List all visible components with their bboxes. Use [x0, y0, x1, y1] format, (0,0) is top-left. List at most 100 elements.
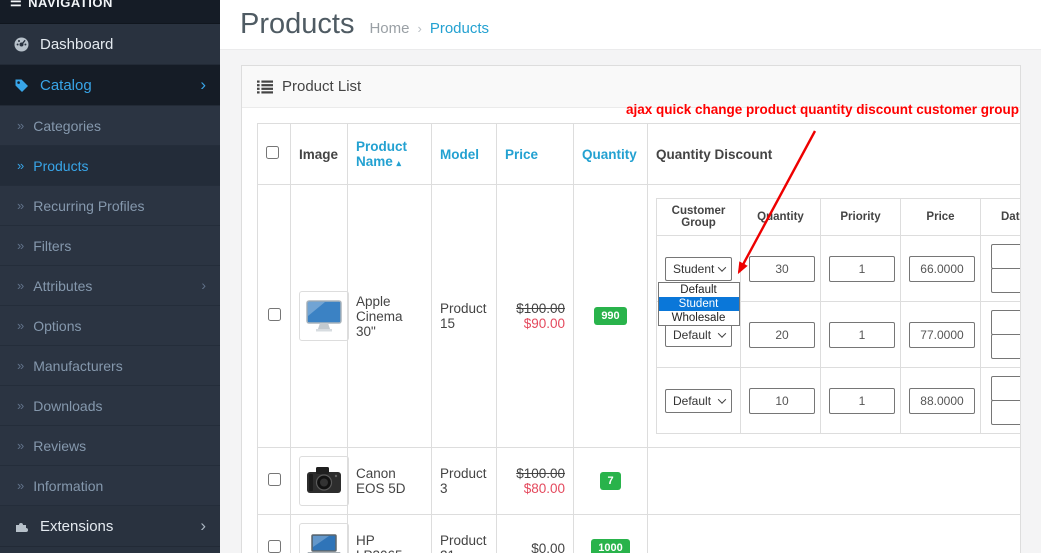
discount-price-input[interactable] [909, 321, 975, 348]
dropdown-option-default[interactable]: Default [659, 283, 739, 297]
price-old: $100.00 [516, 466, 565, 481]
sidebar-item-attributes[interactable]: » Attributes › [0, 266, 220, 306]
sidebar-item-label: Information [33, 477, 104, 494]
tag-icon [15, 79, 28, 92]
sidebar-item-label: Categories [33, 117, 101, 134]
discount-table: Customer Group Quantity Priority Price D… [656, 198, 1020, 434]
double-angle-icon: » [17, 278, 25, 293]
chevron-down-icon [717, 262, 727, 272]
column-header-price[interactable]: Price [505, 147, 538, 162]
sidebar-item-manufacturers[interactable]: » Manufacturers [0, 346, 220, 386]
price-special: $90.00 [523, 316, 565, 331]
breadcrumb-products-link[interactable]: Products [430, 20, 489, 37]
discount-price-input[interactable] [909, 387, 975, 414]
discount-priority-input[interactable] [829, 387, 895, 414]
discount-col-quantity: Quantity [740, 198, 821, 236]
sidebar-item-filters[interactable]: » Filters [0, 226, 220, 266]
product-model-cell: Product 21 [431, 514, 497, 553]
sidebar-item-label: Products [33, 157, 89, 174]
panel-body: Image Product Name ▴ Model Price Quantit… [242, 108, 1020, 553]
double-angle-icon: » [17, 118, 25, 133]
panel-title: Product List [282, 78, 362, 95]
discount-priority-input[interactable] [829, 321, 895, 348]
product-model-cell: Product 3 [431, 447, 497, 515]
sidebar-item-downloads[interactable]: » Downloads [0, 386, 220, 426]
discount-col-date: Date [980, 198, 1020, 236]
row-checkbox[interactable] [267, 473, 281, 486]
date-start-input[interactable] [991, 310, 1020, 335]
product-thumbnail [299, 456, 349, 506]
product-list-panel: Product List Image Product Name ▴ Model … [241, 65, 1021, 553]
column-header-product-name[interactable]: Product Name ▴ [356, 139, 407, 169]
date-range-fields [991, 244, 1020, 293]
column-header-image: Image [290, 123, 348, 185]
sidebar-header: ☰ NAVIGATION [0, 0, 220, 24]
sidebar-item-label: Dashboard [40, 35, 114, 53]
price-special: $80.00 [523, 481, 565, 496]
hp-laptop-image [307, 534, 341, 553]
sidebar-item-label: Attributes [33, 277, 93, 294]
quantity-badge: 7 [600, 472, 621, 490]
date-end-input[interactable] [991, 268, 1020, 293]
sidebar-item-label: Manufacturers [33, 357, 123, 374]
breadcrumb-home-link[interactable]: Home [369, 20, 409, 37]
row-checkbox[interactable] [267, 308, 281, 321]
product-model-cell: Product 15 [431, 184, 497, 448]
sidebar-item-label: Recurring Profiles [33, 197, 145, 214]
sidebar-item-products[interactable]: » Products [0, 146, 220, 186]
discount-price-input[interactable] [909, 255, 975, 282]
hamburger-icon: ☰ [10, 0, 23, 9]
annotation-text: ajax quick change product quantity disco… [625, 102, 1019, 117]
product-row: Canon EOS 5D Product 3 $100.00 $80.00 7 [257, 447, 1020, 515]
select-all-checkbox[interactable] [266, 146, 279, 159]
sidebar-item-extensions[interactable]: Extensions › [0, 506, 220, 547]
chevron-down-icon [717, 328, 727, 338]
product-name-cell: Canon EOS 5D [347, 447, 432, 515]
sidebar-header-label: NAVIGATION [28, 0, 113, 10]
discount-quantity-input[interactable] [749, 387, 815, 414]
product-thumbnail [299, 291, 349, 341]
date-end-input[interactable] [991, 400, 1020, 425]
quantity-discount-cell [647, 514, 1020, 553]
sidebar-item-dashboard[interactable]: Dashboard [0, 24, 220, 65]
page-header: Products Home › Products [220, 0, 1041, 50]
sidebar-item-catalog[interactable]: Catalog › [0, 65, 220, 106]
column-header-quantity[interactable]: Quantity [582, 147, 637, 162]
sidebar-item-recurring-profiles[interactable]: » Recurring Profiles [0, 186, 220, 226]
discount-quantity-input[interactable] [749, 255, 815, 282]
date-start-input[interactable] [991, 244, 1020, 269]
main-content: Products Home › Products Product List Im… [220, 0, 1041, 553]
double-angle-icon: » [17, 478, 25, 493]
dropdown-option-student[interactable]: Student [658, 296, 739, 311]
sidebar-item-label: Downloads [33, 397, 103, 414]
dropdown-option-wholesale[interactable]: Wholesale [659, 311, 739, 325]
double-angle-icon: » [17, 238, 25, 253]
discount-row: Default [656, 367, 1020, 434]
page-title: Products [240, 8, 355, 40]
product-price-cell: $0.00 [496, 514, 574, 553]
chevron-right-icon: › [201, 276, 206, 293]
row-checkbox[interactable] [267, 540, 281, 553]
sidebar-filler [0, 547, 220, 553]
sidebar-item-reviews[interactable]: » Reviews [0, 426, 220, 466]
dashboard-gauge-icon [14, 37, 29, 51]
discount-priority-input[interactable] [829, 255, 895, 282]
sidebar-item-options[interactable]: » Options [0, 306, 220, 346]
customer-group-select[interactable]: Student [665, 256, 732, 281]
sidebar-item-categories[interactable]: » Categories [0, 106, 220, 146]
customer-group-select[interactable]: Default [665, 388, 732, 413]
date-end-input[interactable] [991, 334, 1020, 359]
sidebar-item-label: Reviews [33, 437, 87, 454]
date-start-input[interactable] [991, 376, 1020, 401]
list-icon [257, 80, 273, 93]
column-header-quantity-discount: Quantity Discount [647, 123, 1020, 185]
sidebar-item-information[interactable]: » Information [0, 466, 220, 506]
sidebar-item-label: Filters [33, 237, 72, 254]
discount-quantity-input[interactable] [749, 321, 815, 348]
quantity-discount-cell [647, 447, 1020, 515]
catalog-submenu: » Categories » Products » Recurring Prof… [0, 106, 220, 506]
column-header-model[interactable]: Model [440, 147, 479, 162]
product-price-cell: $100.00 $80.00 [496, 447, 574, 515]
customer-group-select[interactable]: Default [665, 322, 732, 347]
quantity-badge: 1000 [591, 539, 630, 553]
